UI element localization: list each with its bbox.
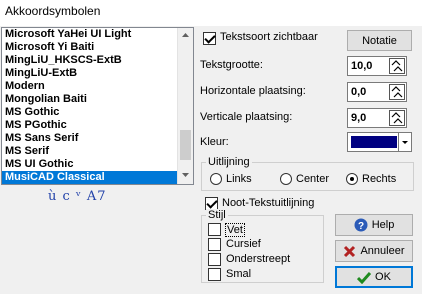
font-list-item[interactable]: MS PGothic [2, 119, 179, 132]
spin-arrows-icon [391, 60, 403, 72]
alignment-title: Uitlijning [206, 156, 252, 168]
hpos-spinner[interactable] [389, 84, 405, 100]
checkbox-box[interactable] [208, 253, 221, 266]
size-field[interactable]: 10,0 [347, 56, 407, 76]
font-preview: ù c ᵛ A7 [48, 189, 107, 204]
italic-checkbox[interactable] [208, 238, 221, 251]
chevron-down-icon [182, 173, 189, 177]
font-list-item[interactable]: Microsoft YaHei UI Light [2, 28, 179, 41]
vpos-label: Verticale plaatsing: [200, 111, 293, 123]
help-button-label: Help [371, 219, 395, 231]
notation-button-label: Notatie [362, 34, 397, 47]
close-icon [344, 245, 356, 257]
radio-circle[interactable] [346, 173, 358, 186]
svg-text:?: ? [358, 221, 364, 232]
style-title: Stijl [206, 209, 228, 221]
help-icon: ? [354, 218, 368, 232]
checkbox-box[interactable] [208, 238, 221, 251]
show-font-label: Tekstsoort zichtbaar [220, 31, 318, 43]
font-list-item[interactable]: MS Serif [2, 145, 179, 158]
font-list-item[interactable]: Modern [2, 80, 179, 93]
narrow-label: Smal [226, 268, 252, 280]
italic-label: Cursief [226, 238, 261, 250]
underline-label: Onderstreept [226, 253, 291, 265]
chevron-up-icon [182, 33, 189, 37]
align-right-label: Rechts [362, 173, 397, 185]
font-list-item[interactable]: Microsoft Yi Baiti [2, 41, 179, 54]
cancel-button-label: Annuleer [360, 245, 405, 257]
title-bar: Akkoordsymbolen [0, 0, 422, 26]
align-center-label: Center [296, 173, 330, 185]
font-list-item[interactable]: MS Gothic [2, 106, 179, 119]
hpos-field[interactable]: 0,0 [347, 82, 407, 102]
font-list-scrollbar[interactable] [177, 28, 193, 184]
spin-arrows-icon [391, 112, 403, 124]
size-value: 10,0 [351, 60, 373, 72]
checkmark-icon [357, 271, 372, 284]
hpos-label: Horizontale plaatsing: [200, 85, 306, 97]
scroll-up-button[interactable] [178, 28, 193, 44]
size-label: Tekstgrootte: [200, 59, 263, 71]
vpos-field[interactable]: 9,0 [347, 108, 407, 128]
font-list-item[interactable]: MingLiU-ExtB [2, 67, 179, 80]
show-font-checkbox[interactable] [203, 32, 216, 45]
cancel-button[interactable]: Annuleer [335, 240, 413, 262]
bold-checkbox[interactable] [208, 223, 221, 236]
scroll-thumb[interactable] [180, 130, 191, 160]
font-list-item[interactable]: MS UI Gothic [2, 158, 179, 171]
dropdown-arrow-icon[interactable] [398, 133, 411, 151]
size-spinner[interactable] [389, 58, 405, 74]
align-center-radio[interactable] [280, 173, 292, 186]
color-picker[interactable] [347, 132, 412, 152]
window-title: Akkoordsymbolen [5, 4, 101, 18]
note-alignment-label: Noot-Tekstuitlijning [222, 197, 315, 209]
bold-label: Vet [225, 223, 245, 237]
align-left-radio[interactable] [210, 173, 222, 186]
font-list-item[interactable]: MingLiU_HKSCS-ExtB [2, 54, 179, 67]
color-swatch [351, 136, 397, 148]
ok-button[interactable]: OK [335, 266, 413, 288]
font-list-item[interactable]: MusiCAD Classical [2, 171, 179, 184]
ok-button-label: OK [375, 271, 391, 283]
hpos-value: 0,0 [351, 86, 367, 98]
scroll-down-button[interactable] [178, 168, 193, 184]
align-right-radio[interactable] [346, 173, 358, 186]
radio-circle[interactable] [280, 173, 292, 186]
narrow-checkbox[interactable] [208, 268, 221, 281]
font-list-item[interactable]: Mongolian Baiti [2, 93, 179, 106]
underline-checkbox[interactable] [208, 253, 221, 266]
checkbox-box[interactable] [203, 32, 216, 45]
checkbox-box[interactable] [208, 223, 221, 236]
notation-button[interactable]: Notatie [347, 30, 412, 51]
radio-circle[interactable] [210, 173, 222, 186]
font-list-items: Microsoft YaHei UI Light Microsoft Yi Bai… [2, 28, 179, 184]
font-list[interactable]: Microsoft YaHei UI Light Microsoft Yi Bai… [1, 27, 194, 185]
vpos-spinner[interactable] [389, 110, 405, 126]
color-label: Kleur: [200, 136, 229, 148]
checkbox-box[interactable] [208, 268, 221, 281]
font-list-item[interactable]: MS Sans Serif [2, 132, 179, 145]
align-left-label: Links [226, 173, 252, 185]
help-button[interactable]: ? Help [335, 214, 413, 236]
vpos-value: 9,0 [351, 112, 367, 124]
spin-arrows-icon [391, 86, 403, 98]
